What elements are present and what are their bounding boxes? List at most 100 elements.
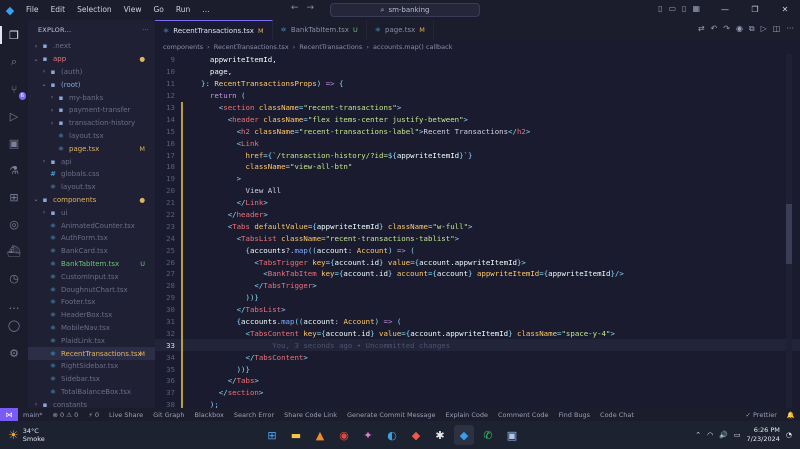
whatsapp-icon[interactable]: ✆ — [478, 425, 498, 445]
restore-icon[interactable]: ❐ — [740, 0, 770, 20]
vlc-icon[interactable]: ▲ — [310, 425, 330, 445]
split-editor-icon[interactable]: ◫ — [773, 24, 781, 34]
settings-gear-icon[interactable]: ⚙ — [5, 344, 23, 362]
scrollbar[interactable] — [786, 54, 792, 408]
back-arrow-icon[interactable]: ← — [291, 3, 299, 13]
code-line[interactable]: 13 <section className="recent-transactio… — [155, 101, 800, 114]
tree-folder[interactable]: › ▪ .next — [28, 40, 155, 53]
code-line[interactable]: 10 page, — [155, 66, 800, 78]
tree-file[interactable]: ⚛ Footer.tsx — [28, 296, 155, 309]
run-debug-icon[interactable]: ▷ — [5, 107, 23, 125]
testing-icon[interactable]: ⚗ — [5, 161, 23, 179]
code-line[interactable]: 26 <TabsTrigger key={account.id} value={… — [155, 256, 800, 269]
run-icon[interactable]: ▷ — [761, 24, 767, 34]
status-item[interactable]: Share Code Link — [279, 411, 342, 419]
tree-file[interactable]: ⚛ layout.tsx — [28, 181, 155, 194]
scrollbar-thumb[interactable] — [786, 204, 792, 264]
file-explorer-icon[interactable]: ▬ — [286, 425, 306, 445]
source-control-icon[interactable]: ⑂ 6 — [5, 80, 26, 100]
figma-icon[interactable]: ◆ — [406, 425, 426, 445]
code-line[interactable]: 37 </section> — [155, 386, 800, 399]
tree-file[interactable]: ⚛ page.tsx M — [28, 142, 155, 155]
code-line[interactable]: 29 ))} — [155, 291, 800, 304]
tree-file[interactable]: ⚛ DoughnutChart.tsx — [28, 283, 155, 296]
tree-folder[interactable]: › ▪ payment-transfer — [28, 104, 155, 117]
status-item[interactable]: Git Graph — [148, 411, 189, 419]
app-icon[interactable]: ✦ — [358, 425, 378, 445]
code-line[interactable]: 14 <header className="flex items-center … — [155, 113, 800, 126]
menu-view[interactable]: View — [118, 0, 148, 20]
wifi-icon[interactable]: ◠ — [707, 431, 713, 439]
status-item[interactable]: ✓ Prettier — [740, 411, 781, 419]
code-line[interactable]: 34 </TabsContent> — [155, 351, 800, 364]
vscode-taskbar-icon[interactable]: ◆ — [454, 425, 474, 445]
code-line[interactable]: 36 </Tabs> — [155, 375, 800, 387]
code-line[interactable]: 27 <BankTabItem key={account.id} account… — [155, 268, 800, 280]
status-item[interactable]: Generate Commit Message — [342, 411, 441, 419]
weather-widget[interactable]: ☀ 34°C Smoke — [0, 427, 45, 443]
breadcrumb-item[interactable]: RecentTransactions — [299, 43, 362, 51]
remote-explorer-icon[interactable]: ▣ — [5, 134, 23, 152]
tree-file[interactable]: ⚛ BankTabItem.tsx U — [28, 258, 155, 271]
tree-file[interactable]: ⚛ HeaderBox.tsx — [28, 309, 155, 322]
tree-file[interactable]: ⚛ AnimatedCounter.tsx — [28, 219, 155, 232]
status-item[interactable]: ⚡ 0 — [83, 411, 104, 419]
clock[interactable]: 6:26 PM 7/23/2024 — [747, 426, 780, 444]
minimize-icon[interactable]: — — [710, 0, 740, 20]
start-windows-icon[interactable]: ⊞ — [262, 425, 282, 445]
git-graph-icon[interactable]: ◎ — [5, 215, 23, 233]
more-actions-icon[interactable]: ··· — [786, 24, 794, 34]
code-line[interactable]: 25 {accounts?.map((account: Account) => … — [155, 244, 800, 257]
tree-file[interactable]: ⚛ TotalBalanceBox.tsx — [28, 386, 155, 399]
search-view-icon[interactable]: ⌕ — [5, 53, 23, 71]
go-forward-icon[interactable]: ↷ — [723, 24, 730, 34]
docker-icon[interactable]: ⛴ — [5, 242, 23, 260]
status-item[interactable]: Code Chat — [595, 411, 639, 419]
menu-edit[interactable]: Edit — [45, 0, 72, 20]
forward-arrow-icon[interactable]: → — [307, 3, 315, 13]
code-line[interactable]: 30 </TabsList> — [155, 303, 800, 316]
menu-selection[interactable]: Selection — [71, 0, 118, 20]
tree-file[interactable]: ⚛ layout.tsx — [28, 130, 155, 143]
code-line[interactable]: 33 You, 3 seconds ago • Uncommitted chan… — [155, 339, 800, 352]
status-item[interactable]: Find Bugs — [554, 411, 595, 419]
menu-run[interactable]: Run — [170, 0, 196, 20]
code-line[interactable]: 15 <h2 className="recent-transactions-la… — [155, 125, 800, 138]
tree-file[interactable]: ⚛ CustomInput.tsx — [28, 270, 155, 283]
code-line[interactable]: 22 </header> — [155, 208, 800, 221]
code-line[interactable]: 18 className="view-all-btn" — [155, 161, 800, 173]
edge-icon[interactable]: ◐ — [382, 425, 402, 445]
photos-icon[interactable]: ▣ — [502, 425, 522, 445]
code-line[interactable]: 24 <TabsList className="recent-transacti… — [155, 232, 800, 245]
breadcrumb-item[interactable]: accounts.map() callback — [373, 43, 453, 51]
copy-icon[interactable]: ⧉ — [749, 24, 755, 34]
code-line[interactable]: 23 <Tabs defaultValue={appwriteItemId} c… — [155, 220, 800, 233]
toggle-sidebar-icon[interactable]: ▯ — [658, 4, 662, 13]
code-line[interactable]: 11}: RecentTransactionsProps) => { — [155, 78, 800, 90]
code-line[interactable]: 32 <TabsContent key={account.id} value={… — [155, 327, 800, 340]
command-center-search[interactable]: ⌕ sm-banking — [330, 3, 480, 17]
tree-folder[interactable]: › ▪ transaction-history — [28, 117, 155, 130]
tree-folder[interactable]: › ▪ api — [28, 155, 155, 168]
go-back-icon[interactable]: ↶ — [711, 24, 718, 34]
code-line[interactable]: 12 return ( — [155, 90, 800, 102]
explorer-more-icon[interactable]: ··· — [142, 26, 149, 34]
chevron-up-icon[interactable]: ⌃ — [695, 431, 701, 439]
tree-file[interactable]: ⚛ BankCard.tsx — [28, 245, 155, 258]
tree-file[interactable]: ⚛ MobileNav.tsx — [28, 322, 155, 335]
timeline-icon[interactable]: ◷ — [5, 269, 23, 287]
tree-file[interactable]: ⚛ PlaidLink.tsx — [28, 334, 155, 347]
battery-icon[interactable]: ▭ — [734, 431, 741, 439]
code-line[interactable]: 20 View All — [155, 184, 800, 197]
code-line[interactable]: 16 <Link — [155, 137, 800, 150]
tree-file[interactable]: ⚛ RightSidebar.tsx — [28, 360, 155, 373]
notifications-bell-icon[interactable]: 🔔 — [782, 411, 800, 419]
remote-indicator-icon[interactable]: ⋈ — [0, 408, 18, 421]
code-line[interactable]: 19 > — [155, 172, 800, 185]
status-item[interactable]: Search Error — [229, 411, 279, 419]
code-line[interactable]: 9 appwriteItemId, — [155, 54, 800, 66]
compare-icon[interactable]: ⇄ — [698, 24, 705, 34]
code-line[interactable]: 17 href={`/transaction-history/?id=${app… — [155, 149, 800, 162]
status-item[interactable]: ⊗ 0 ⚠ 0 — [48, 411, 84, 419]
editor-tab[interactable]: ⚛ page.tsx M — [367, 20, 434, 40]
